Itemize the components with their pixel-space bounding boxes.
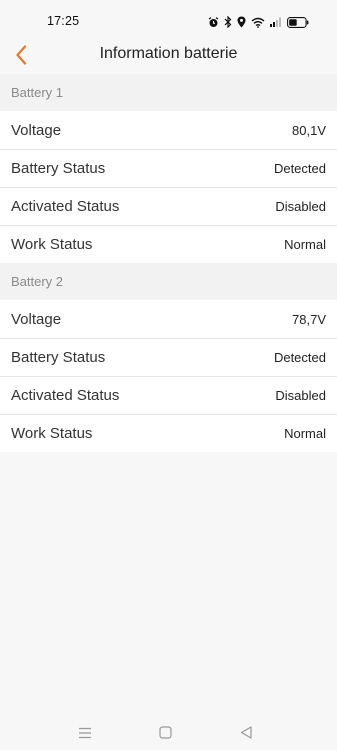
battery-1-list: Voltage 80,1V Battery Status Detected Ac… — [0, 111, 337, 263]
section-header-battery-2: Battery 2 — [0, 263, 337, 300]
screen: 17:25 Information batterie Battery 1 Vol… — [0, 0, 337, 750]
battery-2-list: Voltage 78,7V Battery Status Detected Ac… — [0, 300, 337, 452]
bluetooth-icon — [224, 16, 232, 28]
battery-2-row-voltage: Voltage 78,7V — [0, 300, 337, 338]
row-value: Detected — [273, 350, 326, 365]
row-label: Battery Status — [11, 160, 106, 177]
home-icon[interactable] — [159, 726, 172, 744]
row-value: Disabled — [275, 388, 326, 403]
row-value: 80,1V — [292, 122, 326, 138]
menu-icon[interactable] — [78, 726, 92, 744]
back-triangle-icon[interactable] — [240, 726, 252, 744]
battery-2-row-battery-status: Battery Status Detected — [0, 338, 337, 376]
row-label: Voltage — [11, 121, 62, 139]
row-value: 78,7V — [292, 311, 326, 327]
row-label: Battery Status — [11, 349, 106, 366]
battery-2-row-activated-status: Activated Status Disabled — [0, 376, 337, 414]
app-header: Information batterie — [0, 40, 337, 74]
row-label: Activated Status — [11, 387, 120, 404]
status-icons — [208, 14, 309, 30]
page-title: Information batterie — [99, 45, 238, 62]
row-label: Work Status — [11, 425, 93, 442]
row-value: Disabled — [275, 199, 326, 214]
status-bar: 17:25 — [0, 0, 337, 40]
system-nav-bar — [0, 706, 337, 750]
alarm-icon — [208, 16, 219, 28]
battery-1-row-battery-status: Battery Status Detected — [0, 149, 337, 187]
battery-1-row-work-status: Work Status Normal — [0, 225, 337, 263]
row-label: Work Status — [11, 236, 93, 253]
section-header-battery-1: Battery 1 — [0, 74, 337, 111]
status-time: 17:25 — [47, 14, 80, 28]
battery-icon — [287, 16, 309, 28]
row-label: Activated Status — [11, 198, 120, 215]
row-value: Detected — [273, 161, 326, 176]
row-label: Voltage — [11, 310, 62, 328]
row-value: Normal — [284, 237, 326, 252]
battery-1-row-activated-status: Activated Status Disabled — [0, 187, 337, 225]
signal-icon — [270, 17, 282, 27]
wifi-icon — [251, 17, 265, 28]
location-icon — [237, 16, 246, 28]
row-value: Normal — [284, 426, 326, 441]
battery-1-row-voltage: Voltage 80,1V — [0, 111, 337, 149]
battery-2-row-work-status: Work Status Normal — [0, 414, 337, 452]
